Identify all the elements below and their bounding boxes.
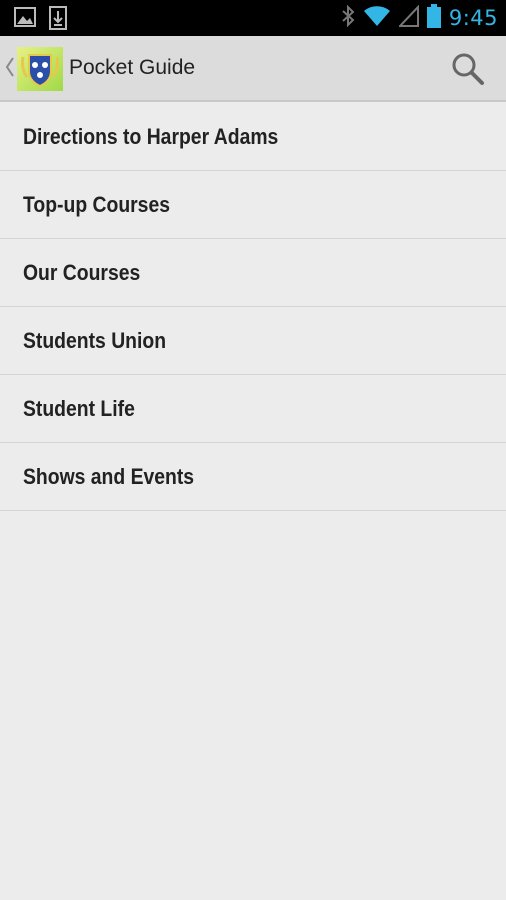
list-item-top-up-courses[interactable]: Top-up Courses (0, 171, 506, 239)
search-icon[interactable] (448, 50, 488, 90)
clock: 9:45 (448, 6, 498, 30)
app-logo-icon[interactable] (17, 47, 63, 91)
up-caret-icon[interactable] (5, 56, 15, 83)
download-notification-icon (48, 6, 68, 35)
list-item-students-union[interactable]: Students Union (0, 307, 506, 375)
battery-icon (426, 3, 441, 33)
list-item-label: Top-up Courses (23, 191, 170, 217)
status-bar: 9:45 (0, 0, 506, 36)
list-item-shows-and-events[interactable]: Shows and Events (0, 443, 506, 511)
list-item-directions[interactable]: Directions to Harper Adams (0, 103, 506, 171)
bluetooth-icon (341, 4, 355, 33)
notification-icons (14, 6, 68, 35)
list-item-student-life[interactable]: Student Life (0, 375, 506, 443)
menu-list: Directions to Harper Adams Top-up Course… (0, 103, 506, 511)
wifi-icon (363, 5, 391, 32)
app-title: Pocket Guide (69, 56, 196, 79)
image-notification-icon (14, 6, 36, 35)
list-item-our-courses[interactable]: Our Courses (0, 239, 506, 307)
list-item-label: Student Life (23, 395, 135, 421)
cell-signal-icon (397, 3, 419, 32)
action-bar: Pocket Guide (0, 36, 506, 102)
list-item-label: Our Courses (23, 259, 141, 285)
list-item-label: Directions to Harper Adams (23, 123, 279, 149)
list-item-label: Students Union (23, 327, 167, 353)
list-item-label: Shows and Events (23, 463, 195, 489)
system-icons: 9:45 (341, 3, 498, 33)
